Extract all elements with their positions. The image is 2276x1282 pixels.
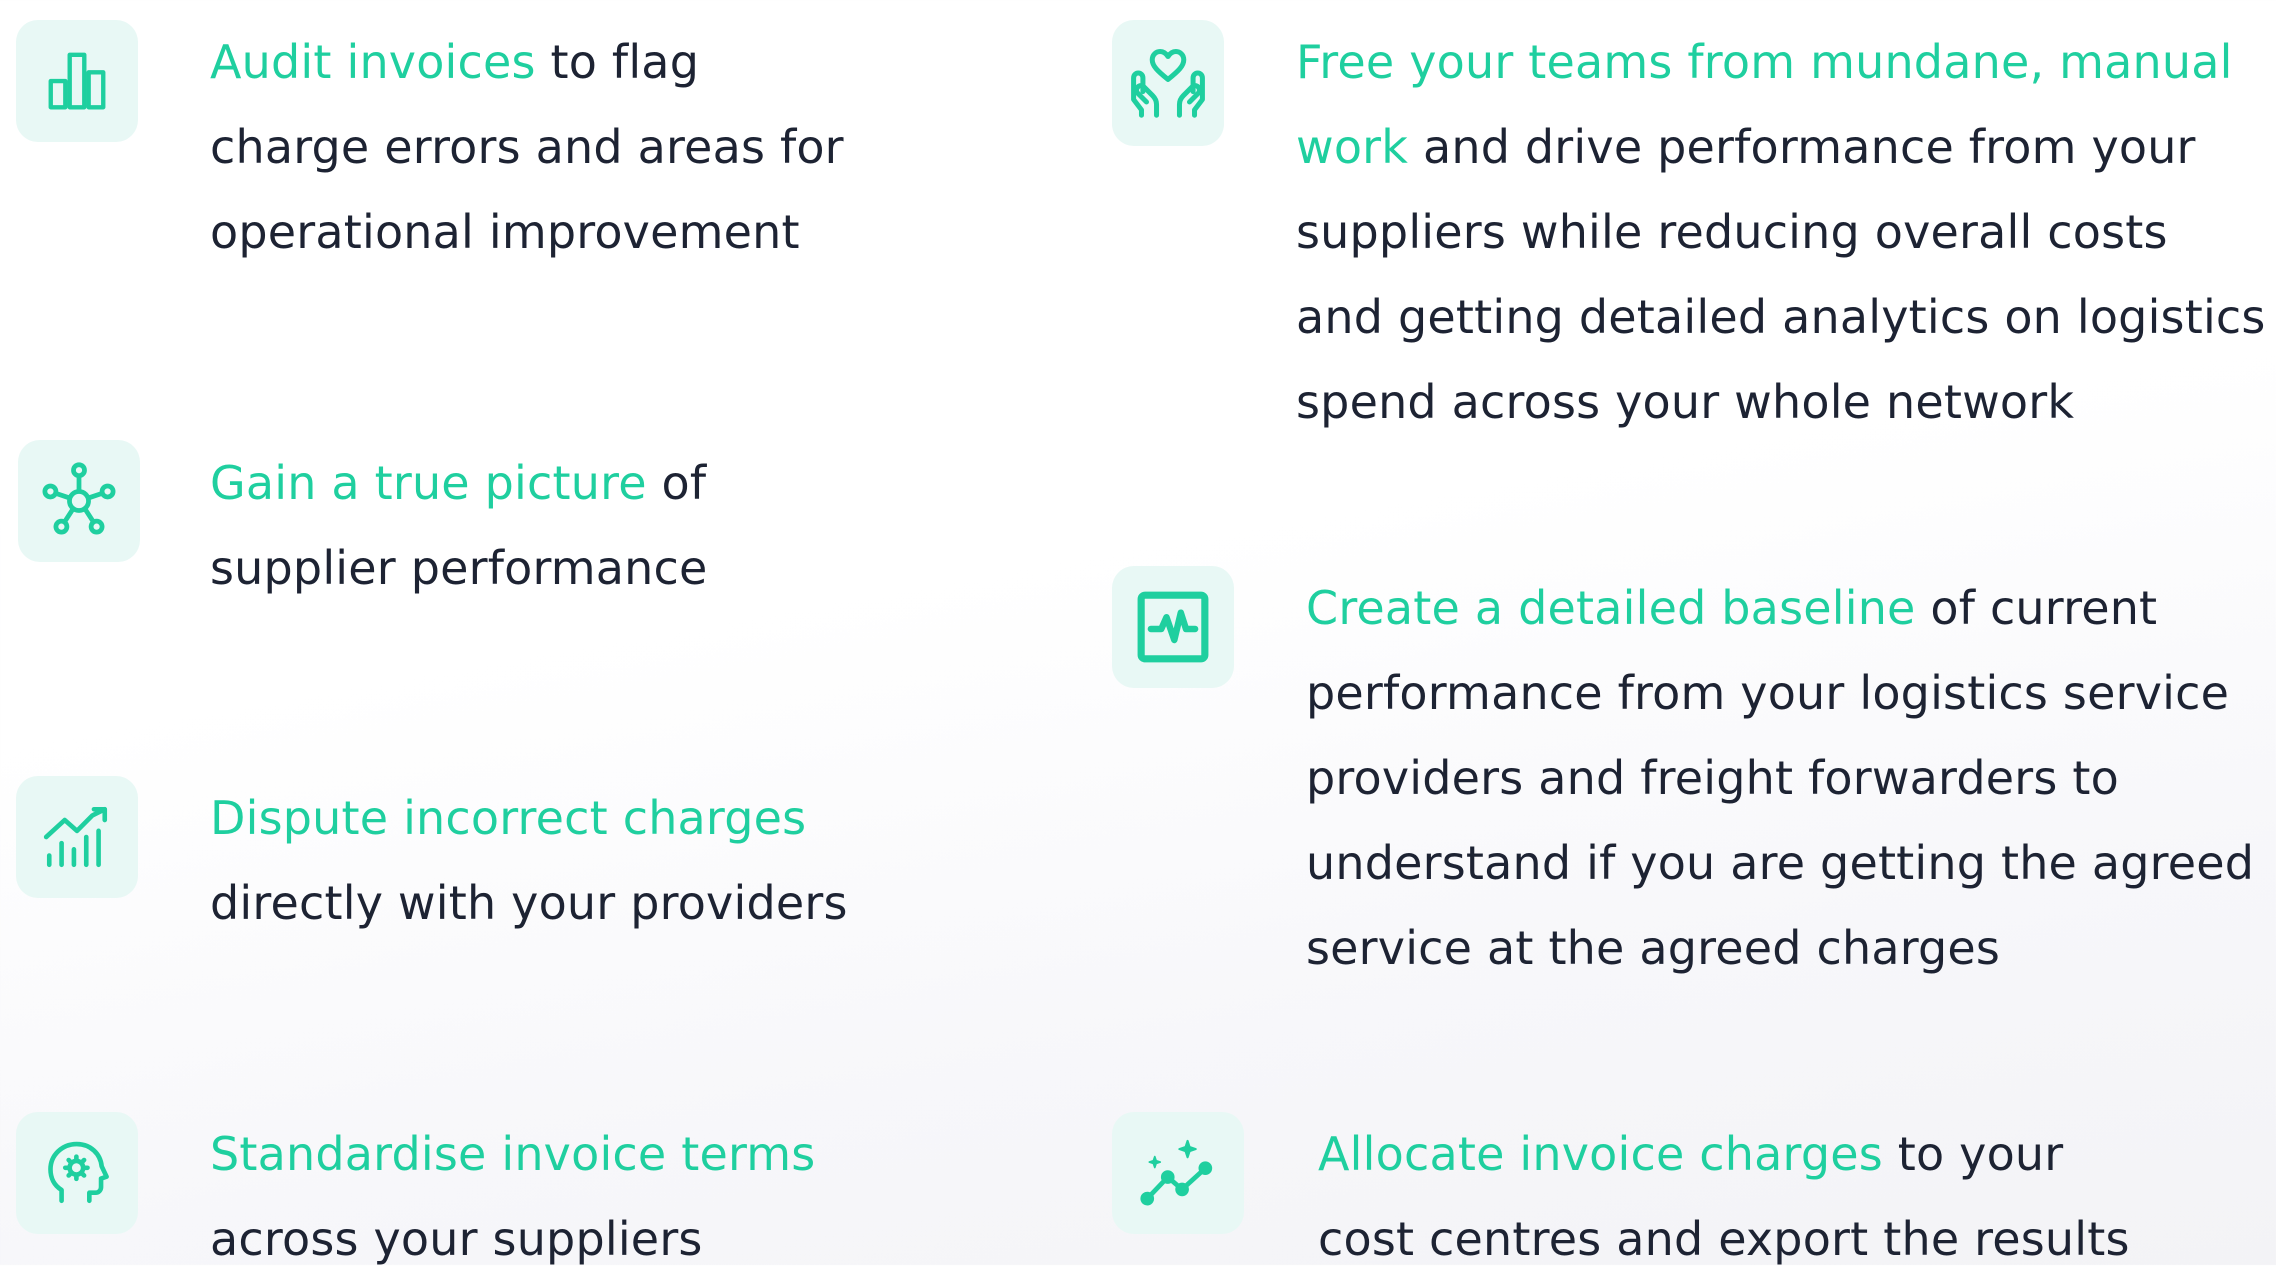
highlight: Dispute incorrect charges <box>210 791 807 845</box>
gain-icon-tile <box>18 440 140 562</box>
body-text: providers and freight forwarders to <box>1306 751 2119 805</box>
baseline-text: Create a detailed baseline of current pe… <box>1306 566 2254 991</box>
highlight: Free your teams from mundane, manual <box>1296 35 2233 89</box>
body-text: across your suppliers <box>210 1212 703 1266</box>
head-gear-icon <box>48 1141 109 1204</box>
body-text: charge errors and areas for <box>210 120 844 174</box>
standardise-text: Standardise invoice terms across your su… <box>210 1112 815 1282</box>
text-line: providers and freight forwarders to <box>1306 736 2254 821</box>
text-line: understand if you are getting the agreed <box>1306 821 2254 906</box>
body-text: spend across your whole network <box>1296 375 2075 429</box>
text-line: Gain a true picture of <box>210 441 708 526</box>
body-text: to your <box>1882 1127 2064 1181</box>
baseline-icon-tile <box>1112 566 1234 688</box>
text-line: and getting detailed analytics on logist… <box>1296 275 2266 360</box>
rising-chart-icon <box>43 806 108 868</box>
text-line: across your suppliers <box>210 1197 815 1282</box>
body-text: to flag <box>535 35 700 89</box>
highlight: Gain a true picture <box>210 456 647 510</box>
hands-heart-icon <box>1131 48 1205 118</box>
text-line: operational improvement <box>210 190 844 275</box>
body-text: understand if you are getting the agreed <box>1306 836 2255 890</box>
text-line: service at the agreed charges <box>1306 906 2254 991</box>
text-line: Audit invoices to flag <box>210 20 844 105</box>
text-line: charge errors and areas for <box>210 105 844 190</box>
text-line: performance from your logistics service <box>1306 651 2254 736</box>
body-text: and getting detailed analytics on logist… <box>1296 290 2266 344</box>
audit-text: Audit invoices to flag charge errors and… <box>210 20 844 275</box>
text-line: directly with your providers <box>210 861 848 946</box>
body-text: of current <box>1915 581 2158 635</box>
text-line: Dispute incorrect charges <box>210 776 848 861</box>
highlight: Create a detailed baseline <box>1306 581 1916 635</box>
allocate-icon-tile <box>1112 1112 1244 1234</box>
body-text: directly with your providers <box>210 876 848 930</box>
text-line: cost centres and export the results <box>1318 1197 2130 1282</box>
bar-chart-icon <box>48 52 106 110</box>
dispute-icon-tile <box>16 776 138 898</box>
allocate-text: Allocate invoice charges to your cost ce… <box>1318 1112 2130 1282</box>
highlight: Standardise invoice terms <box>210 1127 816 1181</box>
pulse-monitor-icon <box>1137 591 1209 663</box>
standardise-icon-tile <box>16 1112 138 1234</box>
text-line: spend across your whole network <box>1296 360 2266 445</box>
network-hub-icon <box>42 462 116 535</box>
text-line: work and drive performance from your <box>1296 105 2266 190</box>
body-text: service at the agreed charges <box>1306 921 2001 975</box>
body-text: suppliers while reducing overall costs <box>1296 205 2168 259</box>
free-text: Free your teams from mundane, manual wor… <box>1296 20 2266 445</box>
gain-text: Gain a true picture of supplier performa… <box>210 441 708 611</box>
text-line: Free your teams from mundane, manual <box>1296 20 2266 105</box>
text-line: Standardise invoice terms <box>210 1112 815 1197</box>
body-text: supplier performance <box>210 541 708 595</box>
sparkle-trend-icon <box>1140 1139 1213 1206</box>
body-text: of <box>646 456 707 510</box>
text-line: suppliers while reducing overall costs <box>1296 190 2266 275</box>
dispute-text: Dispute incorrect charges directly with … <box>210 776 848 946</box>
audit-icon-tile <box>16 20 138 142</box>
highlight: work <box>1296 120 1409 174</box>
free-icon-tile <box>1112 20 1224 146</box>
body-text: cost centres and export the results <box>1318 1212 2130 1266</box>
body-text: operational improvement <box>210 205 800 259</box>
body-text: performance from your logistics service <box>1306 666 2230 720</box>
text-line: Create a detailed baseline of current <box>1306 566 2254 651</box>
text-line: supplier performance <box>210 526 708 611</box>
text-line: Allocate invoice charges to your <box>1318 1112 2130 1197</box>
body-text: and drive performance from your <box>1408 120 2196 174</box>
highlight: Allocate invoice charges <box>1318 1127 1883 1181</box>
highlight: Audit invoices <box>210 35 536 89</box>
